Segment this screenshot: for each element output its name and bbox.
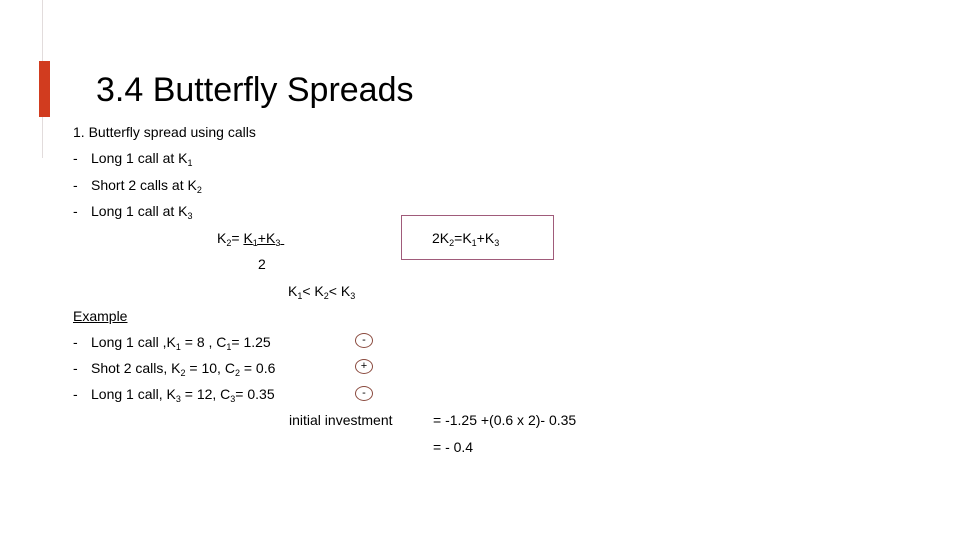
example-text: Shot 2 calls, K <box>91 360 181 376</box>
formula-part: 2K <box>432 230 450 246</box>
title-accent-bar <box>39 61 50 117</box>
bullet-dash: - <box>73 177 78 193</box>
formula-part: K <box>288 283 298 299</box>
initial-investment-label: initial investment <box>289 412 393 428</box>
bullet-dash: - <box>73 150 78 166</box>
plus-sign-circle-icon: + <box>355 359 373 374</box>
bullet-long-k3: - Long 1 call at K3 <box>73 202 193 221</box>
formula-k: K <box>265 230 276 246</box>
k2-formula-denominator: 2 <box>258 256 266 272</box>
subscript: 2 <box>196 185 202 195</box>
example-label: Example <box>73 308 128 324</box>
formula-part: < K <box>328 283 351 299</box>
bullet-text: Short 2 calls at K <box>91 177 197 193</box>
formula-k: K <box>243 230 253 246</box>
bullet-long-k1: - Long 1 call at K1 <box>73 149 193 168</box>
bullet-text: Long 1 call at K <box>91 203 188 219</box>
formula-part: =K <box>454 230 472 246</box>
k2-formula-numerator: K2= K1+K3 <box>217 229 284 248</box>
bullet-text: Long 1 call at K <box>91 150 188 166</box>
bullet-dash: - <box>73 203 78 219</box>
example-text: = 10, C <box>185 360 235 376</box>
formula-part: +K <box>476 230 495 246</box>
example-text: = 1.25 <box>231 334 271 350</box>
example-item-long-k1: - Long 1 call ,K1 = 8 , C1= 1.25 <box>73 333 271 352</box>
example-text: = 8 , C <box>180 334 227 350</box>
example-item-short-k2: - Shot 2 calls, K2 = 10, C2 = 0.6 <box>73 359 276 378</box>
investment-calculation: = -1.25 +(0.6 x 2)- 0.35 <box>433 412 577 428</box>
investment-result: = - 0.4 <box>433 439 474 455</box>
formula-equals: = <box>231 230 244 246</box>
example-text: Long 1 call, K <box>91 386 176 402</box>
formula-plus: + <box>257 230 266 246</box>
example-text: = 0.35 <box>235 386 275 402</box>
example-text: Long 1 call ,K <box>91 334 176 350</box>
example-text: = 12, C <box>180 386 231 402</box>
slide-title: 3.4 Butterfly Spreads <box>96 71 414 109</box>
subscript: 1 <box>187 158 193 168</box>
minus-sign-circle-icon: - <box>355 333 373 348</box>
bullet-dash: - <box>73 360 78 376</box>
formula-part: < K <box>302 283 324 299</box>
example-text: = 0.6 <box>239 360 276 376</box>
formula-fraction-numerator: K1+K3 <box>243 230 284 248</box>
strike-inequality: K1< K2< K3 <box>288 282 356 301</box>
bullet-dash: - <box>73 334 78 350</box>
subscript: 3 <box>350 291 356 301</box>
bullet-short-k2: - Short 2 calls at K2 <box>73 176 202 195</box>
formula-k: K <box>217 230 227 246</box>
example-item-long-k3: - Long 1 call, K3 = 12, C3= 0.35 <box>73 385 275 404</box>
section-heading: 1. Butterfly spread using calls <box>73 124 256 140</box>
subscript: 3 <box>275 238 281 248</box>
boxed-formula: 2K2=K1+K3 <box>432 229 500 248</box>
subscript: 3 <box>187 211 193 221</box>
bullet-dash: - <box>73 386 78 402</box>
subscript: 3 <box>494 238 500 248</box>
minus-sign-circle-icon: - <box>355 386 373 401</box>
